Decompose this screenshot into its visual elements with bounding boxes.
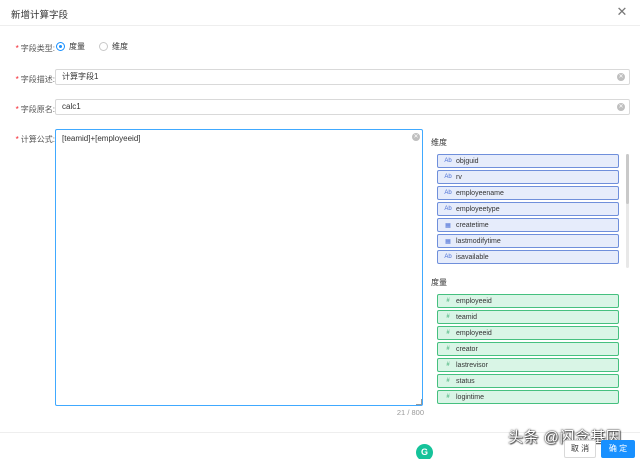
- dimension-item[interactable]: Ab isavailable: [437, 250, 619, 264]
- number-icon: #: [446, 362, 450, 368]
- measures-title: 度量: [431, 278, 447, 287]
- number-icon: #: [446, 298, 450, 304]
- number-icon: #: [446, 330, 450, 336]
- radio-measure[interactable]: 度量: [56, 41, 85, 52]
- measure-item[interactable]: # employeeid: [437, 326, 619, 340]
- dimension-item[interactable]: Ab objguid: [437, 154, 619, 168]
- measure-item[interactable]: # status: [437, 374, 619, 388]
- abc-text-icon: Ab: [444, 206, 452, 212]
- measure-item[interactable]: # logintime: [437, 390, 619, 404]
- radio-circle-icon: [99, 42, 108, 51]
- clear-icon[interactable]: ✕: [617, 73, 625, 81]
- measure-item[interactable]: # lastrevisor: [437, 358, 619, 372]
- close-icon[interactable]: ✕: [614, 4, 630, 20]
- number-icon: #: [446, 346, 450, 352]
- formula-textarea[interactable]: [teamid]+[employeeid]: [55, 129, 423, 406]
- radio-dimension[interactable]: 维度: [99, 41, 128, 52]
- abc-text-icon: Ab: [444, 174, 452, 180]
- original-name-label: * 字段原名:: [15, 105, 55, 114]
- field-type-label: * 字段类型:: [15, 44, 55, 53]
- measures-list: # employeeid # teamid # employeeid # creator…: [437, 294, 619, 406]
- cancel-button[interactable]: 取 消: [564, 440, 596, 458]
- char-counter: 21 / 800: [396, 408, 424, 417]
- number-icon: #: [446, 394, 450, 400]
- grammarly-icon[interactable]: G: [416, 444, 433, 459]
- clear-icon[interactable]: ✕: [412, 133, 420, 141]
- dimensions-title: 维度: [431, 138, 447, 147]
- dialog-header: 新增计算字段 ✕: [0, 0, 640, 26]
- abc-text-icon: Ab: [444, 190, 452, 196]
- number-icon: #: [446, 378, 450, 384]
- dialog-title: 新增计算字段: [11, 10, 69, 21]
- ok-button[interactable]: 确 定: [601, 440, 635, 458]
- abc-text-icon: Ab: [444, 158, 452, 164]
- dimension-item[interactable]: ▦ createtime: [437, 218, 619, 232]
- dimension-item[interactable]: Ab employeename: [437, 186, 619, 200]
- dimensions-list: Ab objguid Ab rv Ab employeename Ab employee…: [437, 154, 619, 266]
- dimension-item[interactable]: Ab employeetype: [437, 202, 619, 216]
- field-type-radio-group: 度量 维度: [56, 41, 128, 52]
- measure-item[interactable]: # employeeid: [437, 294, 619, 308]
- abc-text-icon: Ab: [444, 254, 452, 260]
- dimension-item[interactable]: ▦ lastmodifytime: [437, 234, 619, 248]
- description-input[interactable]: 计算字段1: [55, 69, 630, 85]
- measure-item[interactable]: # creator: [437, 342, 619, 356]
- clear-icon[interactable]: ✕: [617, 103, 625, 111]
- calendar-icon: ▦: [445, 238, 451, 245]
- dimensions-scroll-thumb[interactable]: [626, 154, 629, 204]
- description-label: * 字段描述:: [15, 75, 55, 84]
- number-icon: #: [446, 314, 450, 320]
- original-name-input[interactable]: calc1: [55, 99, 630, 115]
- dimension-item[interactable]: Ab rv: [437, 170, 619, 184]
- resize-handle[interactable]: [416, 399, 422, 405]
- measure-item[interactable]: # teamid: [437, 310, 619, 324]
- formula-label: * 计算公式:: [15, 135, 55, 144]
- calendar-icon: ▦: [445, 222, 451, 229]
- radio-circle-icon: [56, 42, 65, 51]
